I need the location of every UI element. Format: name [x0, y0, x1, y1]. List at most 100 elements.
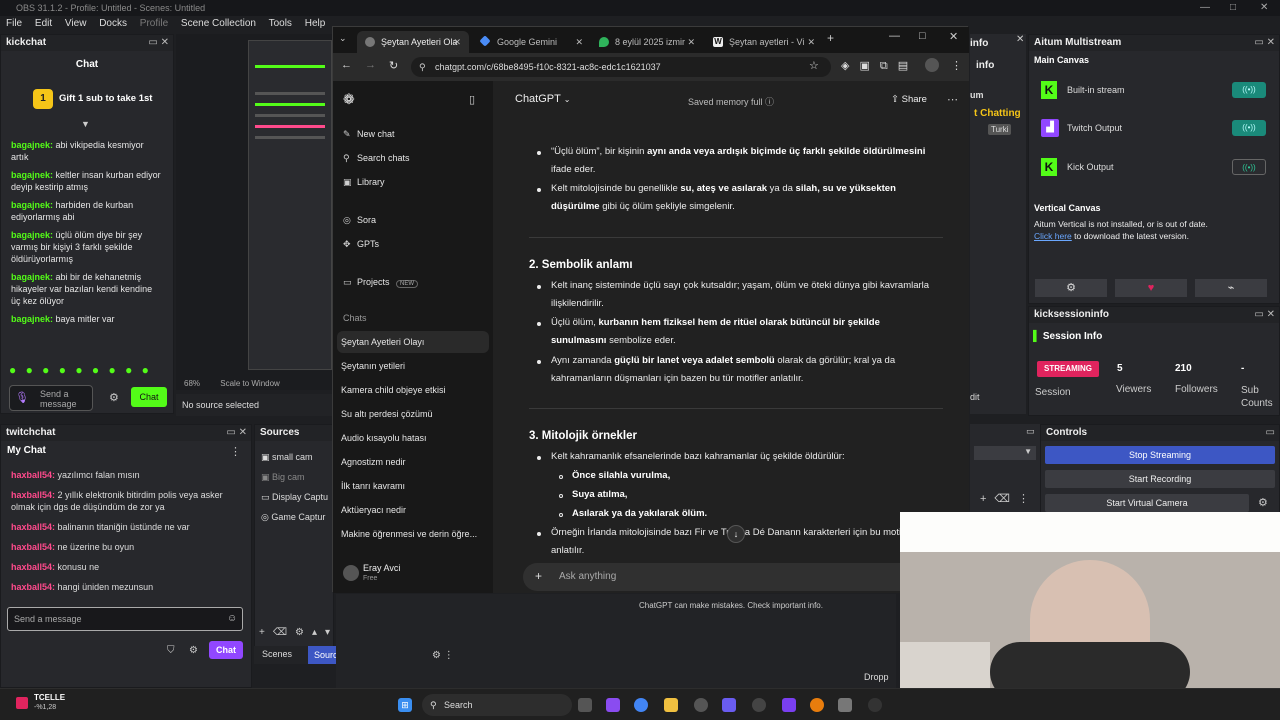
openai-logo-icon[interactable]: ❁	[343, 91, 355, 108]
gpts-button[interactable]: ✥ GPTs	[343, 239, 379, 250]
menu-docks[interactable]: Docks	[99, 18, 127, 29]
menu-file[interactable]: File	[6, 18, 22, 29]
copilot-icon[interactable]	[606, 698, 620, 712]
start-virtual-camera-button[interactable]: Start Virtual Camera	[1045, 494, 1249, 512]
maximize-icon[interactable]: □	[1230, 0, 1236, 16]
visual-studio-icon[interactable]	[782, 698, 796, 712]
scale-label[interactable]: Scale to Window	[220, 379, 280, 388]
tab-scenes[interactable]: Scenes	[262, 649, 292, 659]
chat-item[interactable]: Makine öğrenmesi ve derin öğre...	[341, 529, 477, 539]
add-attachment-icon[interactable]: +	[535, 569, 542, 583]
taskbar-search[interactable]: ⚲ Search	[422, 694, 572, 716]
file-explorer-icon[interactable]	[664, 698, 678, 712]
dock-close-icon[interactable]: ▭ ✕	[1254, 35, 1275, 51]
scroll-down-icon[interactable]: ↓	[727, 525, 745, 543]
projects-button[interactable]: ▭ Projects NEW	[343, 277, 419, 288]
github-icon[interactable]	[752, 698, 766, 712]
memory-status[interactable]: Saved memory full ⓘ	[688, 95, 774, 108]
gear-icon[interactable]: ⚙	[189, 645, 198, 656]
discord-icon[interactable]: ⌁	[1195, 279, 1267, 297]
settings-gear-button[interactable]: ⚙	[1035, 279, 1107, 297]
menu-view[interactable]: View	[65, 18, 87, 29]
sora-button[interactable]: ◎ Sora	[343, 215, 376, 226]
kick-output-toggle[interactable]: ((•))	[1232, 159, 1266, 175]
task-view-icon[interactable]	[578, 698, 592, 712]
tab-close-icon[interactable]: ✕	[687, 31, 695, 53]
site-info-icon[interactable]: ⚲	[419, 57, 426, 77]
twitch-message-input[interactable]: Send a message	[7, 607, 243, 631]
click-here-link[interactable]: Click here	[1034, 231, 1072, 241]
dock-close-icon[interactable]: ▭ ✕	[148, 35, 169, 51]
chat-item[interactable]: Audio kısayolu hatası	[341, 433, 427, 443]
steam-icon[interactable]	[694, 698, 708, 712]
extension-icons[interactable]: ◈▣⧉▤	[841, 59, 918, 73]
more-options-icon[interactable]: ⋯	[947, 93, 958, 106]
gear-icon[interactable]: ⚙	[109, 391, 119, 404]
stock-widget-icon[interactable]	[16, 697, 28, 709]
model-selector[interactable]: ChatGPT ⌄	[515, 93, 570, 105]
toolbar-icons[interactable]: +⌫⋮	[980, 492, 1037, 505]
menu-profile[interactable]: Profile	[140, 18, 168, 29]
twitch-output-toggle[interactable]: ((•))	[1232, 120, 1266, 136]
minimize-icon[interactable]: —	[1200, 0, 1210, 16]
address-bar[interactable]: ⚲ chatgpt.com/c/68be8495-f10c-8321-ac8c-…	[411, 57, 831, 77]
emoji-icon[interactable]: ☺	[227, 613, 237, 624]
tab-close-icon[interactable]: ✕	[807, 31, 815, 53]
more-icon[interactable]: ⋮	[230, 445, 241, 458]
stock-name[interactable]: TCELLE	[34, 693, 65, 702]
ask-input[interactable]: Ask anything	[559, 571, 616, 582]
discord-icon[interactable]	[722, 698, 736, 712]
obs-icon[interactable]	[868, 698, 882, 712]
dock-float-icon[interactable]: ▭	[1266, 425, 1275, 441]
dock-close-icon[interactable]: ▭ ✕	[226, 425, 247, 441]
emote-bar-icon[interactable]: ● ● ● ● ● ● ● ● ●	[9, 363, 152, 377]
close-icon[interactable]: ✕	[1260, 0, 1268, 16]
tab-seytan-ayetleri[interactable]: Şeytan Ayetleri Ola ✕	[357, 31, 469, 53]
forward-icon[interactable]: →	[365, 59, 376, 71]
bookmark-star-icon[interactable]: ☆	[809, 59, 819, 72]
tab-wikipedia[interactable]: W Şeytan ayetleri - Vi ✕	[705, 31, 823, 53]
mixer-settings-icon[interactable]: ⚙ ⋮	[432, 650, 454, 661]
tab-list-chevron-icon[interactable]: ⌄	[339, 33, 347, 44]
dock-close-icon[interactable]: ▭ ✕	[1254, 307, 1275, 323]
chat-item[interactable]: İlk tanrı kavramı	[341, 481, 405, 491]
close-icon[interactable]: ✕	[949, 30, 958, 43]
tab-close-icon[interactable]: ✕	[453, 31, 461, 53]
virtual-camera-gear-icon[interactable]: ⚙	[1258, 496, 1268, 509]
tab-izmir[interactable]: 8 eylül 2025 izmir ✕	[591, 31, 703, 53]
chat-item[interactable]: Şeytanın yetileri	[341, 361, 405, 371]
close-sidebar-icon[interactable]: ▯	[469, 93, 475, 106]
source-item-big-cam[interactable]: ▣ Big cam	[261, 467, 333, 487]
dock-float-icon[interactable]: ▭	[1026, 426, 1035, 437]
dropdown[interactable]: ▼	[974, 446, 1036, 460]
twitch-chat-button[interactable]: Chat	[209, 641, 243, 659]
tab-close-icon[interactable]: ✕	[575, 31, 583, 53]
dock-close-icon[interactable]: ✕	[1016, 34, 1026, 50]
source-toolbar-icons[interactable]: +⌫⚙▴▾	[259, 627, 338, 638]
new-chat-button[interactable]: ✎ New chat	[343, 129, 395, 140]
browser-menu-icon[interactable]: ⋮	[951, 59, 962, 72]
user-avatar[interactable]	[343, 565, 359, 581]
chevron-down-icon[interactable]: ▼	[81, 119, 90, 129]
blender-icon[interactable]	[810, 698, 824, 712]
chat-item[interactable]: Kamera child objeye etkisi	[341, 385, 446, 395]
menu-tools[interactable]: Tools	[269, 18, 292, 29]
maximize-icon[interactable]: □	[919, 30, 926, 42]
reload-icon[interactable]: ↻	[389, 59, 398, 72]
menu-edit[interactable]: Edit	[35, 18, 52, 29]
user-name[interactable]: Eray Avci	[363, 563, 400, 573]
library-button[interactable]: ▣ Library	[343, 177, 385, 188]
app-icon[interactable]	[838, 698, 852, 712]
windows-start-icon[interactable]: ⊞	[398, 698, 412, 712]
chat-item[interactable]: Aktüeryacı nedir	[341, 505, 406, 515]
tab-google-gemini[interactable]: Google Gemini ✕	[473, 31, 591, 53]
heart-icon[interactable]: ♥	[1115, 279, 1187, 297]
gift-text[interactable]: Gift 1 sub to take 1st	[59, 93, 152, 104]
new-tab-icon[interactable]: +	[827, 31, 834, 45]
stop-streaming-button[interactable]: Stop Streaming	[1045, 446, 1275, 464]
profile-avatar[interactable]	[925, 58, 939, 72]
start-recording-button[interactable]: Start Recording	[1045, 470, 1275, 488]
chrome-icon[interactable]	[634, 698, 648, 712]
source-item-game-capture[interactable]: ◎ Game Captur	[261, 507, 333, 527]
builtin-stream-toggle[interactable]: ((•))	[1232, 82, 1266, 98]
